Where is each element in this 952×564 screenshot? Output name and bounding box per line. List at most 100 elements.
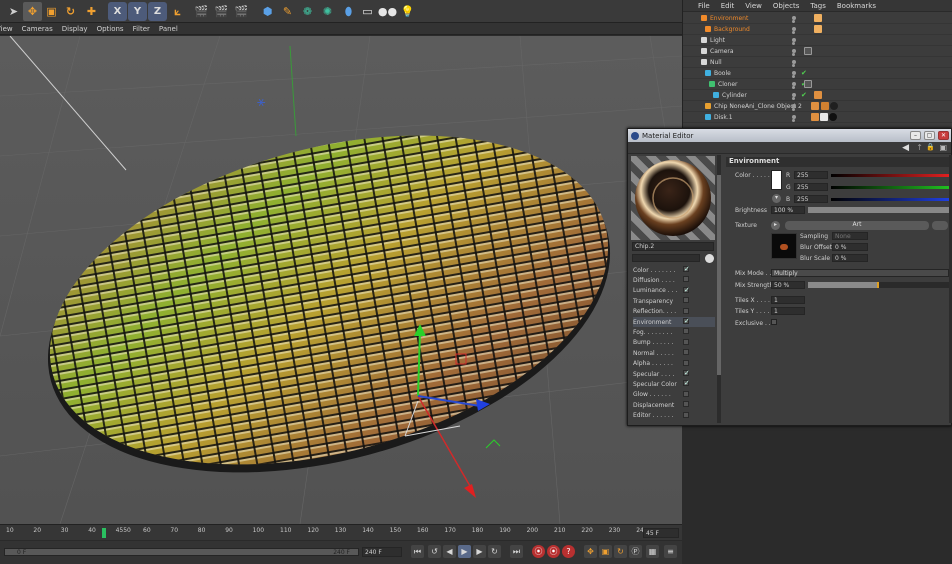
protection-tag-icon[interactable] bbox=[804, 47, 812, 55]
channel-checkbox[interactable] bbox=[683, 349, 689, 356]
end-frame-field[interactable]: 240 F bbox=[362, 547, 402, 557]
key-scale-icon[interactable]: ▣ bbox=[599, 545, 612, 558]
object-row[interactable]: Null bbox=[683, 57, 952, 68]
channel-transparency[interactable]: Transparency bbox=[633, 296, 715, 306]
protection-tag-icon[interactable] bbox=[804, 80, 812, 88]
current-frame-field[interactable]: 45 F bbox=[643, 528, 679, 538]
material-tag-icon[interactable] bbox=[814, 91, 822, 99]
channel-specularcolor[interactable]: Specular Color ✓ bbox=[633, 379, 715, 389]
next-key-icon[interactable]: ↻ bbox=[488, 545, 501, 558]
channel-checkbox[interactable] bbox=[683, 307, 689, 314]
scale-tool-icon[interactable]: ▣ bbox=[42, 2, 61, 21]
visibility-render-dot[interactable] bbox=[792, 86, 795, 89]
mix-strength-slider[interactable] bbox=[808, 282, 949, 288]
viewport-menu-cameras[interactable]: Cameras bbox=[22, 25, 53, 33]
color-picker-toggle-icon[interactable]: ▾ bbox=[772, 194, 781, 203]
record-keys-icon[interactable]: ⦿ bbox=[532, 545, 545, 558]
viewport-menu-options[interactable]: Options bbox=[97, 25, 124, 33]
phong-tag-icon[interactable] bbox=[829, 113, 837, 121]
viewport-menu-display[interactable]: Display bbox=[62, 25, 88, 33]
visibility-render-dot[interactable] bbox=[792, 42, 795, 45]
b-slider[interactable] bbox=[831, 198, 949, 201]
channel-fog[interactable]: Fog. . . . . . . . bbox=[633, 327, 715, 337]
channel-checkbox[interactable] bbox=[683, 297, 689, 304]
channel-checkbox[interactable] bbox=[683, 276, 689, 283]
back-arrow-icon[interactable]: ◀ bbox=[902, 143, 909, 153]
material-editor-titlebar[interactable]: Material Editor – ▢ ✕ bbox=[628, 129, 951, 142]
timeline-menu-icon[interactable]: ≡ bbox=[664, 545, 677, 558]
render-view-icon[interactable]: 🎬 bbox=[192, 2, 211, 21]
material-tag-icon[interactable] bbox=[814, 14, 822, 22]
blur-scale-field[interactable]: 0 % bbox=[832, 254, 868, 262]
viewport-menu-filter[interactable]: Filter bbox=[133, 25, 150, 33]
visibility-render-dot[interactable] bbox=[792, 108, 795, 111]
om-menu-file[interactable]: File bbox=[698, 2, 710, 10]
frame-range-slider[interactable]: 0 F 240 F bbox=[4, 548, 359, 556]
lock-icon[interactable]: 🔒 bbox=[926, 143, 935, 151]
channel-checkbox[interactable] bbox=[683, 411, 689, 418]
key-rotation-icon[interactable]: ↻ bbox=[614, 545, 627, 558]
object-row[interactable]: Cloner✔ bbox=[683, 79, 952, 90]
play-icon[interactable]: ▶ bbox=[458, 545, 471, 558]
viewport-menu-panel[interactable]: Panel bbox=[159, 25, 178, 33]
previous-frame-icon[interactable]: ◀ bbox=[443, 545, 456, 558]
channel-specular[interactable]: Specular . . . . ✓ bbox=[633, 369, 715, 379]
texture-tag-icon[interactable] bbox=[821, 102, 829, 110]
visibility-render-dot[interactable] bbox=[792, 97, 795, 100]
minimize-icon[interactable]: – bbox=[910, 131, 921, 140]
brightness-field[interactable]: 100 % bbox=[771, 206, 805, 214]
sampling-dropdown[interactable]: None bbox=[832, 232, 868, 240]
object-row[interactable]: Camera bbox=[683, 46, 952, 57]
channel-environment[interactable]: Environment ✓ bbox=[633, 317, 715, 327]
object-row[interactable]: Light bbox=[683, 35, 952, 46]
new-window-icon[interactable]: ▣ bbox=[939, 143, 947, 152]
coordinate-system-icon[interactable]: ⟀ bbox=[168, 2, 187, 21]
om-menu-bookmarks[interactable]: Bookmarks bbox=[837, 2, 876, 10]
render-settings-icon[interactable]: 🎬 bbox=[232, 2, 251, 21]
object-row[interactable]: Chip NoneAni_Clone Object 2 bbox=[683, 101, 952, 112]
channel-diffusion[interactable]: Diffusion . . . . bbox=[633, 275, 715, 285]
color-swatch[interactable] bbox=[771, 170, 782, 190]
channel-checkbox[interactable] bbox=[683, 390, 689, 397]
timeline-ruler[interactable]: 10 20 30 40 4550 60 70 80 90 100 110 120 130 140 150 16… bbox=[0, 524, 682, 540]
playhead-marker[interactable] bbox=[102, 528, 106, 538]
material-tag-icon[interactable] bbox=[811, 113, 819, 121]
render-picture-viewer-icon[interactable]: 🎬 bbox=[212, 2, 231, 21]
go-to-end-icon[interactable]: ⏭ bbox=[510, 545, 523, 558]
tiles-x-field[interactable]: 1 bbox=[771, 296, 805, 304]
cube-object-icon[interactable]: ⬢ bbox=[258, 2, 277, 21]
channel-checkbox[interactable]: ✓ bbox=[683, 380, 690, 387]
key-pla-icon[interactable]: ▦ bbox=[646, 545, 659, 558]
texture-browse-button[interactable] bbox=[932, 221, 948, 230]
visibility-render-dot[interactable] bbox=[792, 119, 795, 122]
key-position-icon[interactable]: ✥ bbox=[584, 545, 597, 558]
3d-viewport[interactable]: ⚹ bbox=[0, 36, 682, 524]
channel-reflection[interactable]: Reflection. . . . bbox=[633, 307, 715, 317]
r-field[interactable]: 255 bbox=[794, 171, 828, 179]
object-row[interactable]: Environment bbox=[683, 13, 952, 24]
channel-color[interactable]: Color . . . . . . . ✓ bbox=[633, 265, 715, 275]
channel-glow[interactable]: Glow . . . . . . bbox=[633, 390, 715, 400]
viewport-menu-view[interactable]: View bbox=[0, 25, 13, 33]
close-icon[interactable]: ✕ bbox=[938, 131, 949, 140]
material-tag-icon[interactable] bbox=[811, 102, 819, 110]
channel-checkbox[interactable]: ✓ bbox=[683, 370, 690, 377]
channel-checkbox[interactable] bbox=[683, 401, 689, 408]
x-axis-lock-button[interactable]: X bbox=[108, 2, 127, 21]
material-filter-field[interactable] bbox=[632, 254, 700, 262]
channel-displacement[interactable]: Displacement bbox=[633, 400, 715, 410]
select-arrow-icon[interactable]: ➤ bbox=[4, 2, 23, 21]
exclusive-checkbox[interactable] bbox=[771, 319, 777, 325]
texture-menu-icon[interactable]: ▸ bbox=[771, 221, 780, 230]
up-arrow-icon[interactable]: ↑ bbox=[916, 143, 923, 152]
channel-editor[interactable]: Editor . . . . . . bbox=[633, 411, 715, 421]
keyframe-selection-icon[interactable]: ? bbox=[562, 545, 575, 558]
visibility-render-dot[interactable] bbox=[792, 20, 795, 23]
blur-offset-field[interactable]: 0 % bbox=[832, 243, 868, 251]
g-slider[interactable] bbox=[831, 186, 949, 189]
tiles-y-field[interactable]: 1 bbox=[771, 307, 805, 315]
enabled-check-icon[interactable]: ✔ bbox=[801, 69, 807, 77]
channel-checkbox[interactable]: ✓ bbox=[683, 286, 690, 293]
nurbs-icon[interactable]: ❁ bbox=[298, 2, 317, 21]
visibility-render-dot[interactable] bbox=[792, 31, 795, 34]
